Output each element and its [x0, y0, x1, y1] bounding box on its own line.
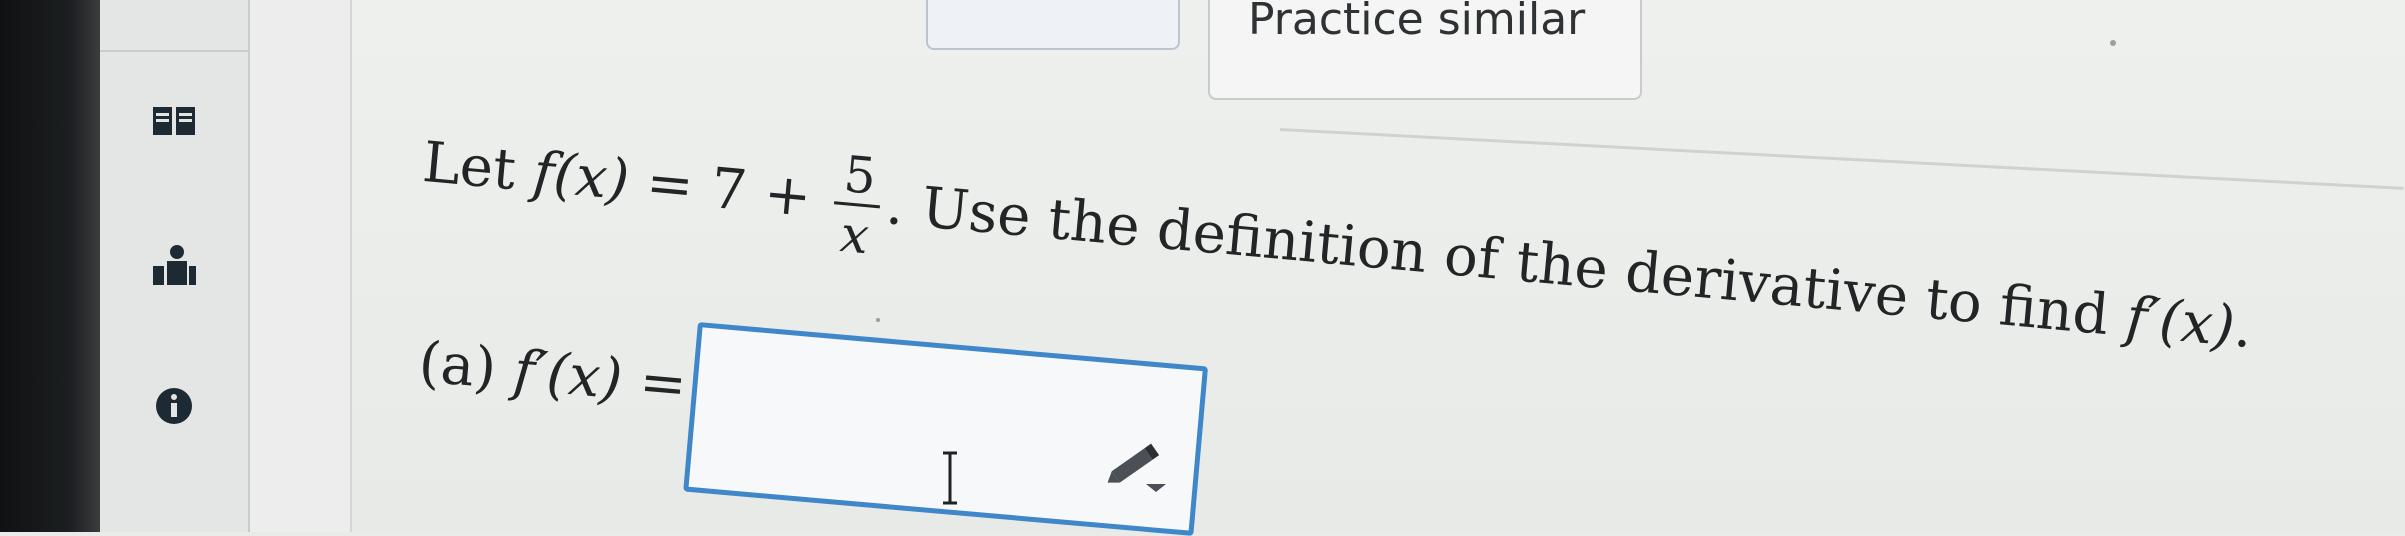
speck: [2110, 40, 2116, 46]
sidebar-item-info[interactable]: [150, 384, 198, 428]
target-expr: f′(x): [2123, 284, 2238, 360]
sidebar-item-people[interactable]: [150, 244, 198, 288]
fraction-numerator: 5: [841, 145, 879, 206]
top-button[interactable]: [926, 0, 1180, 50]
book-icon: [153, 107, 195, 135]
info-icon: [156, 388, 192, 424]
sidebar-item-book[interactable]: [150, 100, 198, 144]
pencil-icon[interactable]: [1100, 434, 1172, 494]
sidebar-divider: [100, 50, 248, 52]
part-a-expr: f′(x): [510, 338, 625, 413]
part-a-marker: (a): [416, 330, 517, 404]
screen-bezel: [0, 0, 100, 532]
fraction-denominator: x: [837, 205, 872, 266]
people-icon: [153, 245, 196, 285]
function-eq: = 7 +: [625, 148, 832, 232]
speck: [876, 318, 880, 322]
function-expr: f(x): [530, 139, 632, 214]
fraction: 5x: [829, 145, 885, 266]
part-a-eq: =: [619, 347, 690, 419]
practice-similar-button[interactable]: Practice similar: [1208, 0, 1642, 100]
gutter: [250, 0, 352, 532]
text-cursor-icon: [943, 451, 957, 505]
practice-similar-label: Practice similar: [1248, 0, 1586, 45]
question-lead: Let: [420, 129, 537, 205]
